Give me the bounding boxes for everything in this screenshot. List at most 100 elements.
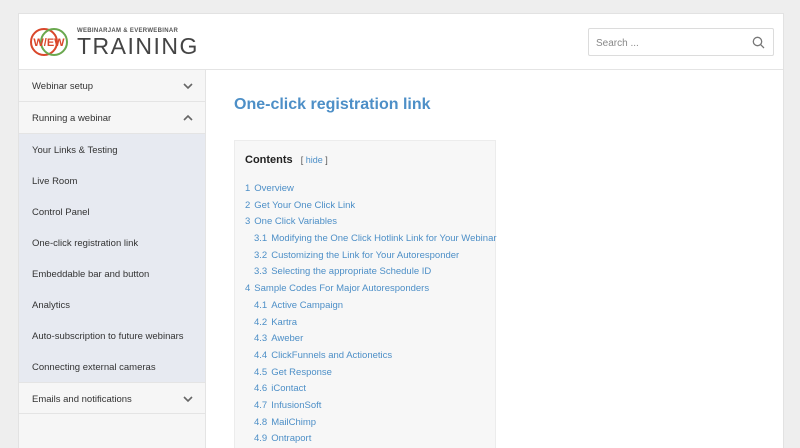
toc-link[interactable]: 4.3 Aweber: [254, 333, 303, 344]
toc-link[interactable]: 4.5 Get Response: [254, 367, 332, 378]
toc-item: 4 Sample Codes For Major Autoresponders: [245, 281, 497, 298]
toc-link[interactable]: 3.1 Modifying the One Click Hotlink Link …: [254, 233, 497, 244]
toc-item-text: One Click Variables: [254, 216, 338, 228]
toc-item: 4.4 ClickFunnels and Actionetics: [245, 348, 497, 365]
sidebar-nav: Webinar setup Running a webinar Your Lin…: [19, 70, 206, 448]
toc-item: 4.3 Aweber: [245, 331, 497, 348]
page-frame: W/EW WEBINARJAM & EVERWEBINAR TRAINING W…: [18, 13, 784, 448]
toc-item: 1 Overview: [245, 181, 497, 198]
toc-link[interactable]: 2 Get Your One Click Link: [245, 200, 355, 211]
sidebar-section-label: Running a webinar: [32, 113, 112, 124]
page-title: One-click registration link: [234, 96, 431, 113]
sidebar-item-label: Auto-subscription to future webinars: [32, 331, 184, 342]
sidebar-item-connecting-external-cameras[interactable]: Connecting external cameras: [19, 351, 205, 382]
sidebar-item-analytics[interactable]: Analytics: [19, 289, 205, 320]
sidebar-item-embeddable-bar-and-button[interactable]: Embeddable bar and button: [19, 258, 205, 289]
sidebar-item-one-click-registration-link[interactable]: One-click registration link: [19, 227, 205, 258]
toc-item-text: Aweber: [271, 333, 304, 345]
sidebar-section-label: Emails and notifications: [32, 394, 132, 405]
toc-item-text: Get Response: [271, 366, 332, 378]
toc-hide-link[interactable]: hide: [306, 155, 323, 165]
sidebar-item-label: Live Room: [32, 176, 78, 187]
toc-item-number: 4.8: [254, 416, 268, 428]
toc-item-text: InfusionSoft: [271, 399, 322, 411]
toc-item-text: iContact: [271, 383, 307, 395]
sidebar-section-emails-and-notifications[interactable]: Emails and notifications: [19, 382, 205, 414]
sidebar-item-label: Control Panel: [32, 207, 90, 218]
sidebar-item-live-room[interactable]: Live Room: [19, 165, 205, 196]
toc-item-text: Active Campaign: [271, 299, 344, 311]
toc-item-text: Overview: [254, 183, 294, 194]
toc-item: 2 Get Your One Click Link: [245, 198, 497, 215]
main-content: One-click registration link Contents [ h…: [207, 70, 783, 448]
toc-link[interactable]: 4.2 Kartra: [254, 317, 297, 328]
site-logo[interactable]: W/EW WEBINARJAM & EVERWEBINAR TRAINING: [29, 22, 199, 62]
sidebar-item-label: Analytics: [32, 300, 71, 311]
toc-item-number: 4: [245, 283, 251, 295]
toc-item: 4.6 iContact: [245, 381, 497, 398]
sidebar-item-label: One-click registration link: [32, 238, 139, 249]
logo-badge-text: W/EW: [33, 37, 65, 49]
sidebar-item-your-links-testing[interactable]: Your Links & Testing: [19, 134, 205, 165]
toc-item-number: 1: [245, 183, 251, 194]
toc-link[interactable]: 3 One Click Variables: [245, 216, 337, 227]
toc-link[interactable]: 3.2 Customizing the Link for Your Autores…: [254, 250, 459, 261]
toc-item: 4.1 Active Campaign: [245, 298, 497, 315]
toc-item: 4.7 InfusionSoft: [245, 398, 497, 415]
toc-item-number: 4.2: [254, 316, 268, 328]
site-header: W/EW WEBINARJAM & EVERWEBINAR TRAINING: [19, 14, 783, 70]
chevron-down-icon[interactable]: [183, 81, 193, 91]
sidebar-item-label: Your Links & Testing: [32, 145, 118, 156]
toc-item: 4.5 Get Response: [245, 365, 497, 382]
toc-link[interactable]: 4 Sample Codes For Major Autoresponders: [245, 283, 429, 294]
toc-item: 3.1 Modifying the One Click Hotlink Link …: [245, 231, 497, 248]
toc-item-number: 4.1: [254, 299, 268, 311]
toc-item-text: MailChimp: [271, 416, 317, 428]
toc-link[interactable]: 3.3 Selecting the appropriate Schedule ID: [254, 266, 431, 277]
toc-item: 4.8 MailChimp: [245, 415, 497, 432]
sidebar-item-label: Embeddable bar and button: [32, 269, 150, 280]
toc-item-text: Sample Codes For Major Autoresponders: [254, 283, 430, 295]
toc-item-text: Modifying the One Click Hotlink Link for…: [271, 233, 497, 245]
sidebar-section-running-a-webinar[interactable]: Running a webinar: [19, 102, 205, 134]
toc-item-number: 4.7: [254, 399, 268, 411]
sidebar-item-auto-subscription[interactable]: Auto-subscription to future webinars: [19, 320, 205, 351]
toc-link[interactable]: 4.6 iContact: [254, 383, 306, 394]
toc-item: 3.3 Selecting the appropriate Schedule ID: [245, 264, 497, 281]
toc-item-text: Ontraport: [271, 433, 312, 445]
toc-item-number: 2: [245, 199, 251, 211]
toc-link[interactable]: 4.1 Active Campaign: [254, 300, 343, 311]
toc-link[interactable]: 4.9 Ontraport: [254, 433, 311, 444]
toc-hide-wrapper: [ hide ]: [300, 155, 328, 165]
chevron-down-icon[interactable]: [183, 394, 193, 404]
toc-item-number: 4.9: [254, 433, 268, 445]
toc-item-number: 3: [245, 216, 251, 228]
toc-item: 3.2 Customizing the Link for Your Autores…: [245, 248, 497, 265]
table-of-contents: Contents [ hide ] 1 Overview 2 Get Your One…: [234, 140, 497, 448]
logo-wordmark: TRAINING: [77, 32, 199, 59]
search-icon[interactable]: [752, 36, 765, 49]
toc-link[interactable]: 4.7 InfusionSoft: [254, 400, 321, 411]
toc-item-number: 3.2: [254, 249, 268, 261]
sidebar-section-webinar-setup[interactable]: Webinar setup: [19, 70, 205, 102]
search-input[interactable]: [596, 35, 746, 51]
toc-link[interactable]: 4.4 ClickFunnels and Actionetics: [254, 350, 392, 361]
toc-item-number: 3.3: [254, 266, 268, 278]
toc-title: Contents: [245, 154, 293, 166]
toc-item-number: 4.4: [254, 349, 268, 361]
toc-item-text: ClickFunnels and Actionetics: [271, 349, 393, 361]
toc-item-number: 4.5: [254, 366, 268, 378]
toc-item-text: Kartra: [271, 316, 298, 328]
sidebar-section-label: Webinar setup: [32, 81, 94, 92]
toc-item-text: Get Your One Click Link: [254, 199, 356, 211]
toc-link[interactable]: 4.8 MailChimp: [254, 417, 316, 428]
toc-item-number: 3.1: [254, 233, 268, 245]
toc-item-text: Customizing the Link for Your Autorespon…: [271, 249, 460, 261]
toc-item: 3 One Click Variables: [245, 214, 497, 231]
chevron-up-icon[interactable]: [183, 113, 193, 123]
toc-header: Contents [ hide ]: [245, 154, 328, 166]
search-box: [588, 28, 774, 56]
sidebar-item-control-panel[interactable]: Control Panel: [19, 196, 205, 227]
toc-item: 4.9 Ontraport: [245, 431, 497, 448]
toc-link[interactable]: 1 Overview: [245, 183, 294, 194]
